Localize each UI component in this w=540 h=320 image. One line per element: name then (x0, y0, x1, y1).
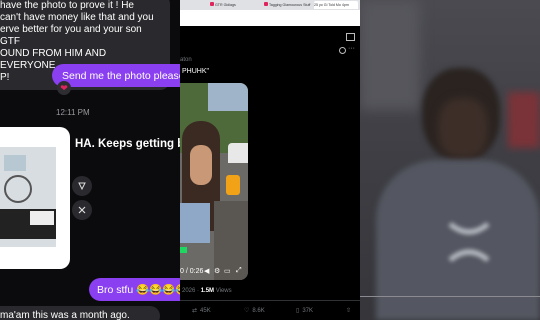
browser-tab[interactable]: Tagging Glamourous Stuff (264, 1, 312, 9)
message-text: Bro stfu 😂😂😂😂 (97, 284, 180, 296)
upload-icon: ⇧ (346, 308, 352, 314)
tweet-date: 2026 (182, 288, 196, 294)
more-icon[interactable]: ··· (348, 45, 355, 52)
more-options-button[interactable] (72, 200, 92, 220)
share-button[interactable] (72, 176, 92, 196)
video-badge (180, 247, 187, 253)
video-shirt-logo (446, 222, 492, 262)
heart-reaction-icon[interactable]: ❤ (57, 81, 71, 95)
photo-caption: HA. Keeps getting better (75, 138, 180, 150)
heart-icon: ♡ (244, 308, 250, 314)
tweet-views-label: Views (215, 288, 232, 294)
bookmark-button[interactable]: ▯ 37K (296, 307, 313, 315)
tools-icon (78, 206, 86, 214)
tweet-views-count: 1.5M (200, 288, 215, 294)
volume-icon[interactable]: ◀ (204, 267, 209, 275)
tweet-video[interactable]: 0 / 0:26 ◀ ⚙ ▭ ⤢ (180, 83, 248, 280)
outgoing-message-photo-request[interactable]: Send me the photo please 🫣 (52, 64, 180, 87)
share-tweet-button[interactable]: ⇧ (346, 307, 351, 314)
last-incoming-message: ma'am this was a month ago. (0, 306, 160, 320)
incoming-line: can't have money like that and you (0, 12, 154, 23)
video-person-face (190, 145, 212, 185)
video-sky (208, 83, 248, 111)
share-icon (78, 182, 86, 191)
shared-photo[interactable] (0, 127, 70, 269)
photo-window (4, 155, 26, 171)
browser-tab[interactable] (182, 1, 206, 9)
tweet-divider (180, 300, 360, 301)
reader-mode-icon[interactable] (346, 33, 355, 41)
incoming-line: have the photo to prove it ! He (0, 0, 134, 11)
twitter-panel: GTR Gidlags Tagging Glamourous Stuff 25 … (180, 0, 360, 320)
message-text: Send me the photo please 🫣 (62, 70, 180, 82)
browser-tab-active[interactable]: 25 yo Gi Told Mo 4pm (314, 1, 358, 9)
bookmark-icon: ▯ (296, 308, 300, 314)
video-person-shirt (180, 203, 210, 243)
refresh-icon[interactable] (339, 47, 346, 54)
tweet-text-fragment: PHUHK" (182, 68, 209, 75)
browser-toolbar (180, 10, 360, 26)
caption-icon[interactable]: ▭ (224, 267, 231, 275)
tweet-author-fragment: aton (180, 57, 192, 63)
retweet-button[interactable]: ⇄ 45K (192, 307, 211, 315)
tweet-meta: 2026 · 1.5M Views (182, 288, 232, 294)
message-timestamp: 12:11 PM (56, 108, 90, 117)
fullscreen-icon[interactable]: ⤢ (236, 267, 242, 275)
chat-panel: have the photo to prove it ! He can't ha… (0, 0, 180, 320)
video-window-light (360, 0, 420, 110)
video-panel[interactable] (360, 0, 540, 320)
browser-tab[interactable]: GTR Gidlags (210, 1, 250, 9)
photo-round-object (4, 175, 32, 203)
retweet-icon: ⇄ (192, 308, 198, 314)
incoming-line: erve better for you and your son GTF (0, 24, 142, 47)
video-drink (226, 175, 240, 195)
like-button[interactable]: ♡ 8.6K (244, 307, 265, 315)
video-person-face-area (438, 98, 488, 158)
photo-paper (30, 211, 54, 225)
settings-icon[interactable]: ⚙ (214, 267, 220, 275)
video-progress-line[interactable] (360, 296, 540, 297)
video-red-object (508, 92, 540, 148)
browser-tab-bar: GTR Gidlags Tagging Glamourous Stuff 25 … (180, 0, 360, 10)
outgoing-message-bro[interactable]: Bro stfu 😂😂😂😂 (89, 278, 180, 301)
video-car (228, 143, 248, 163)
video-time: 0 / 0:26 (180, 268, 204, 275)
